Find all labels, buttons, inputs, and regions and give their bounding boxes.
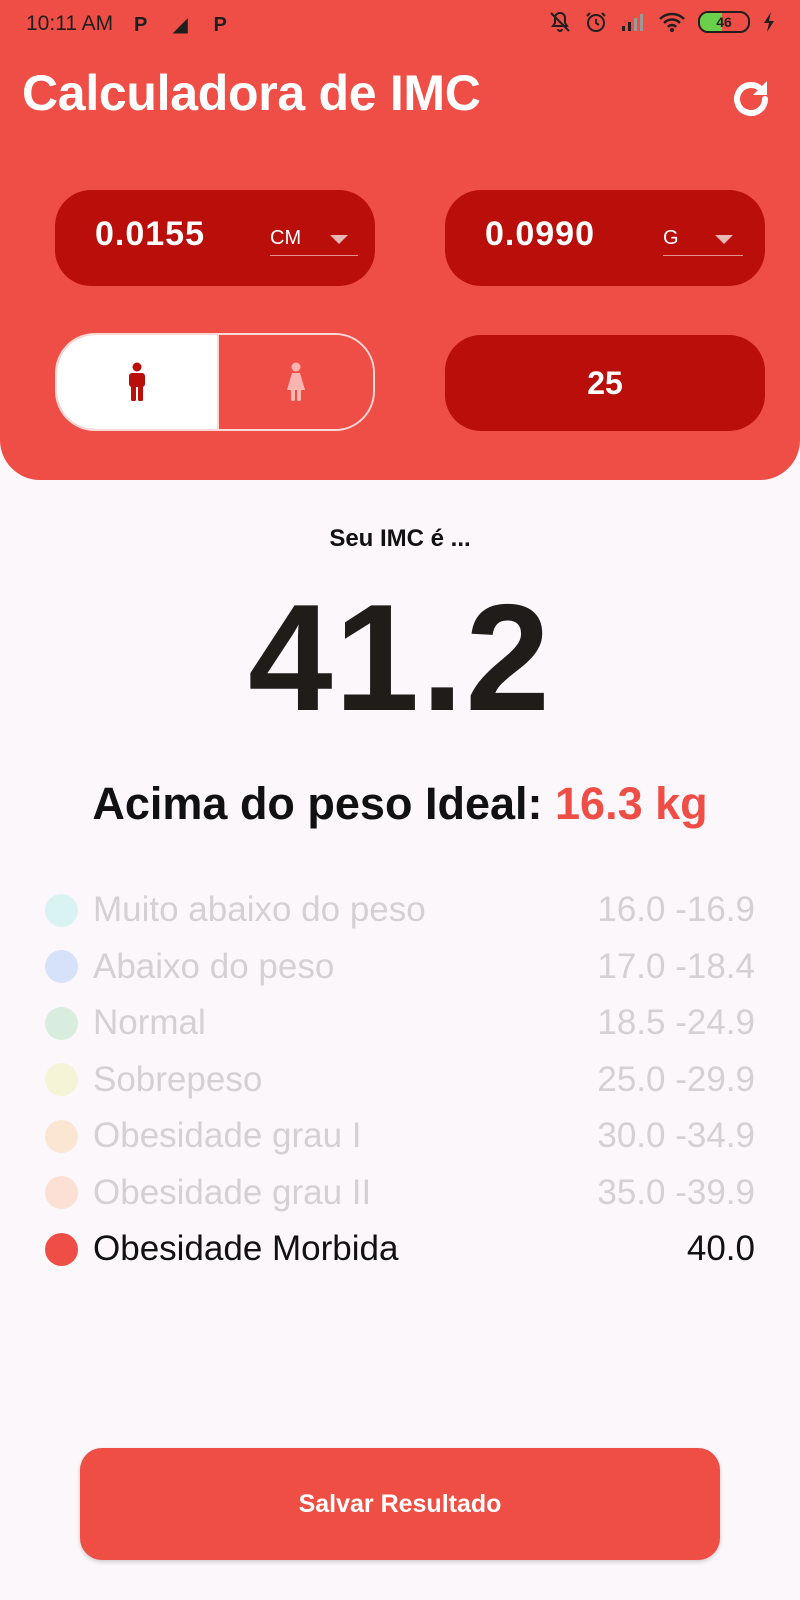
bmi-value: 41.2 <box>248 573 552 743</box>
category-row: Obesidade grau II 35.0 -39.9 <box>45 1165 757 1222</box>
category-name: Obesidade grau I <box>93 1116 362 1156</box>
category-color-dot <box>45 1232 78 1266</box>
chevron-down-icon <box>715 235 733 244</box>
category-range: 40.0 <box>686 1229 755 1269</box>
signal-icon <box>622 14 643 31</box>
height-unit-select[interactable]: CM <box>270 222 358 256</box>
gender-toggle <box>55 333 375 431</box>
category-name: Sobrepeso <box>93 1059 263 1099</box>
height-unit-label: CM <box>270 227 302 249</box>
category-color-dot <box>45 1006 78 1040</box>
female-icon <box>287 362 305 401</box>
category-row: Muito abaixo do peso 16.0 -16.9 <box>45 882 757 939</box>
weight-difference: Acima do peso Ideal: 16.3 kg <box>0 778 800 830</box>
category-row: Obesidade Morbida 40.0 <box>45 1221 757 1278</box>
weight-unit-label: G <box>663 227 679 249</box>
category-range: 17.0 -18.4 <box>597 946 755 986</box>
weight-value[interactable]: 0.0990 <box>485 215 595 254</box>
category-row: Normal 18.5 -24.9 <box>45 995 757 1052</box>
wifi-icon <box>659 12 685 32</box>
weight-field[interactable]: 0.0990 G <box>445 190 765 286</box>
gender-female-option[interactable] <box>217 335 373 429</box>
chevron-down-icon <box>330 235 348 244</box>
refresh-icon <box>734 81 768 116</box>
bmi-category-list: Muito abaixo do peso 16.0 -16.9 Abaixo do … <box>45 882 757 1278</box>
category-range: 18.5 -24.9 <box>597 1003 755 1043</box>
category-color-dot <box>45 1063 78 1097</box>
category-color-dot <box>45 1176 78 1210</box>
category-name: Obesidade Morbida <box>93 1229 399 1269</box>
weight-diff-value: 16.3 kg <box>555 778 708 829</box>
result-heading: Seu IMC é ... <box>329 525 471 552</box>
category-color-dot <box>45 893 78 927</box>
refresh-button[interactable] <box>722 70 780 128</box>
category-row: Abaixo do peso 17.0 -18.4 <box>45 939 757 996</box>
save-result-button[interactable]: Salvar Resultado <box>80 1448 720 1560</box>
header-panel: 10:11 AM P ◢ P 46 Calculadora de IMC 0.0… <box>0 0 800 480</box>
category-range: 16.0 -16.9 <box>597 890 755 930</box>
battery-label: 46 <box>716 14 732 30</box>
category-row: Sobrepeso 25.0 -29.9 <box>45 1052 757 1109</box>
status-bar: 10:11 AM P ◢ P 46 <box>0 0 800 50</box>
status-icons: 46 <box>548 10 776 34</box>
battery-icon: 46 <box>698 11 750 33</box>
category-name: Muito abaixo do peso <box>93 890 426 930</box>
category-range: 30.0 -34.9 <box>597 1116 755 1156</box>
category-name: Abaixo do peso <box>93 946 335 986</box>
category-range: 35.0 -39.9 <box>597 1172 755 1212</box>
charging-icon <box>764 12 774 32</box>
category-color-dot <box>45 950 78 984</box>
page-title: Calculadora de IMC <box>22 65 481 121</box>
notification-icons: P ◢ P <box>134 14 237 36</box>
gender-male-option[interactable] <box>57 335 217 429</box>
weight-diff-label: Acima do peso Ideal: <box>92 778 543 829</box>
height-field[interactable]: 0.0155 CM <box>55 190 375 286</box>
weight-unit-select[interactable]: G <box>663 222 743 256</box>
height-value[interactable]: 0.0155 <box>95 215 205 254</box>
male-icon <box>129 362 145 401</box>
category-row: Obesidade grau I 30.0 -34.9 <box>45 1108 757 1165</box>
age-field[interactable]: 25 <box>445 335 765 431</box>
status-time: 10:11 AM <box>26 12 114 35</box>
category-range: 25.0 -29.9 <box>597 1059 755 1099</box>
category-name: Normal <box>93 1003 206 1043</box>
category-name: Obesidade grau II <box>93 1172 372 1212</box>
bell-muted-icon <box>550 11 570 32</box>
category-color-dot <box>45 1119 78 1153</box>
age-value[interactable]: 25 <box>587 365 623 402</box>
alarm-icon <box>586 12 606 32</box>
